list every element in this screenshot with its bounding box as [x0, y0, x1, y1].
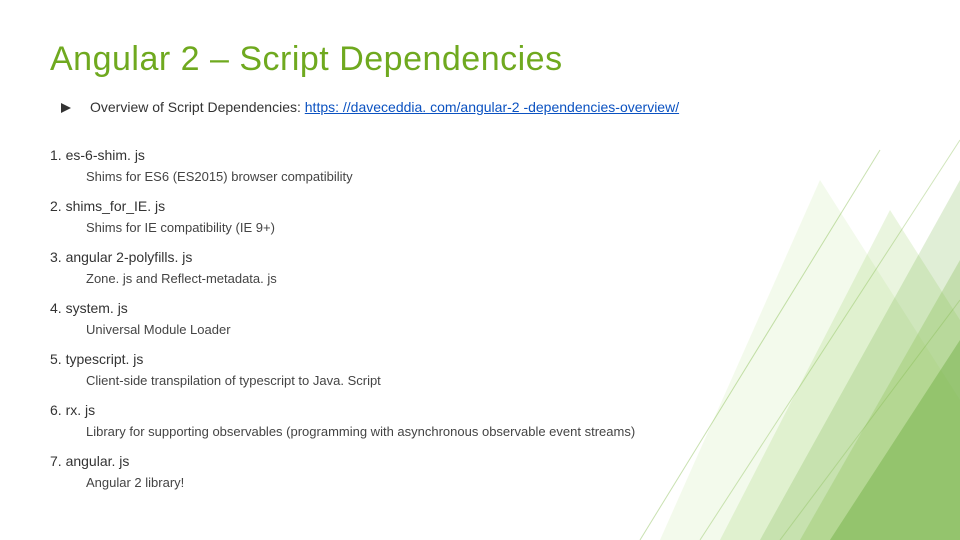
- item-number: 2.: [50, 198, 62, 214]
- list-item: 2. shims_for_IE. js Shims for IE compati…: [50, 198, 910, 235]
- item-name: system. js: [66, 300, 128, 316]
- list-item: 6. rx. js Library for supporting observa…: [50, 402, 910, 439]
- slide-title: Angular 2 – Script Dependencies: [50, 40, 910, 79]
- list-item: 3. angular 2-polyfills. js Zone. js and …: [50, 249, 910, 286]
- item-name: es-6-shim. js: [66, 147, 145, 163]
- list-item: 5. typescript. js Client-side transpilat…: [50, 351, 910, 388]
- item-desc: Shims for IE compatibility (IE 9+): [86, 220, 910, 235]
- item-desc: Shims for ES6 (ES2015) browser compatibi…: [86, 169, 910, 184]
- dependency-list: 1. es-6-shim. js Shims for ES6 (ES2015) …: [50, 147, 910, 490]
- item-desc: Universal Module Loader: [86, 322, 910, 337]
- list-item: 1. es-6-shim. js Shims for ES6 (ES2015) …: [50, 147, 910, 184]
- slide: Angular 2 – Script Dependencies Overview…: [0, 0, 960, 540]
- item-name: angular 2-polyfills. js: [66, 249, 193, 265]
- item-desc: Angular 2 library!: [86, 475, 910, 490]
- item-name: rx. js: [66, 402, 96, 418]
- list-item: 4. system. js Universal Module Loader: [50, 300, 910, 337]
- bullet-icon: [60, 101, 72, 117]
- item-number: 5.: [50, 351, 62, 367]
- overview-row: Overview of Script Dependencies: https: …: [50, 99, 910, 117]
- item-desc: Library for supporting observables (prog…: [86, 424, 910, 439]
- item-name: angular. js: [66, 453, 130, 469]
- item-name: typescript. js: [66, 351, 144, 367]
- list-item: 7. angular. js Angular 2 library!: [50, 453, 910, 490]
- item-number: 4.: [50, 300, 62, 316]
- item-number: 7.: [50, 453, 62, 469]
- item-number: 3.: [50, 249, 62, 265]
- item-desc: Zone. js and Reflect-metadata. js: [86, 271, 910, 286]
- item-desc: Client-side transpilation of typescript …: [86, 373, 910, 388]
- item-name: shims_for_IE. js: [66, 198, 166, 214]
- item-number: 1.: [50, 147, 62, 163]
- item-number: 6.: [50, 402, 62, 418]
- overview-label: Overview of Script Dependencies:: [90, 99, 305, 115]
- overview-link[interactable]: https: //daveceddia. com/angular-2 -depe…: [305, 99, 679, 115]
